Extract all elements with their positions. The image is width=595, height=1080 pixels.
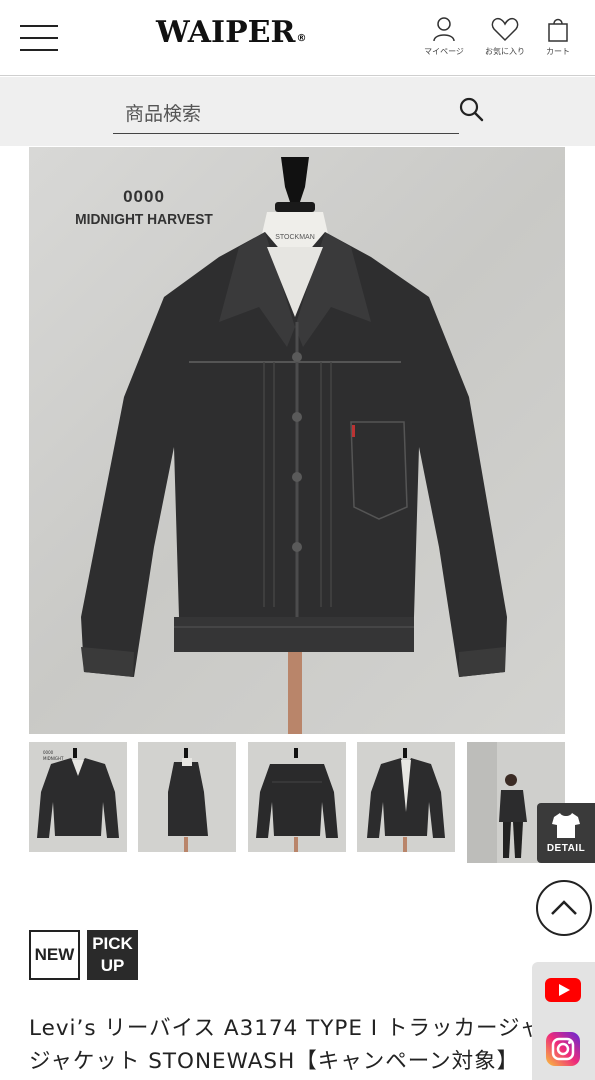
- tshirt-icon: [552, 813, 580, 838]
- product-title-line1: Levi’s リーバイス A3174 TYPE I トラッカージャケット: [29, 1016, 589, 1041]
- new-badge: NEW: [29, 930, 80, 980]
- site-logo[interactable]: WAIPER®: [156, 15, 306, 50]
- mypage-label: マイページ: [424, 47, 464, 56]
- cart-label: カート: [546, 47, 570, 56]
- thumbnail-4[interactable]: [357, 742, 455, 852]
- pickup-badge-line1: PICK: [92, 934, 133, 953]
- product-title-line2: ジャケット STONEWASH【キャンペーン対象】: [29, 1049, 520, 1074]
- detail-label: DETAIL: [546, 843, 586, 854]
- search-bar: [0, 77, 595, 146]
- svg-text:MIDNIGHT: MIDNIGHT: [43, 756, 64, 761]
- detail-button[interactable]: DETAIL: [537, 803, 595, 863]
- cart-button[interactable]: カート: [528, 16, 588, 57]
- chevron-up-icon: [551, 900, 577, 915]
- svg-text:0000: 0000: [43, 750, 54, 755]
- cart-icon: [548, 18, 568, 42]
- favorites-label: お気に入り: [485, 47, 525, 56]
- thumbnail-2[interactable]: [138, 742, 236, 852]
- user-icon: [433, 17, 455, 42]
- product-title: Levi’s リーバイス A3174 TYPE I トラッカージャケット ジャケ…: [29, 1012, 589, 1078]
- mypage-button[interactable]: マイページ: [414, 16, 474, 57]
- youtube-icon[interactable]: [545, 978, 581, 1002]
- thumbnail-3[interactable]: [248, 742, 346, 852]
- favorites-button[interactable]: お気に入り: [475, 16, 535, 57]
- product-main-image[interactable]: 0000 MIDNIGHT HARVEST STOCKMAN: [29, 147, 565, 734]
- heart-icon: [491, 17, 519, 42]
- jacket-illustration: STOCKMAN: [81, 157, 507, 734]
- new-badge-label: NEW: [34, 945, 75, 964]
- site-header: WAIPER® マイページ お気に入り カート: [0, 0, 595, 76]
- stockman-label: STOCKMAN: [275, 234, 315, 241]
- instagram-icon[interactable]: [546, 1032, 580, 1066]
- search-icon[interactable]: [457, 95, 485, 123]
- logo-text: WAIPER: [156, 15, 296, 50]
- thumbnail-1[interactable]: 0000 MIDNIGHT: [29, 742, 127, 852]
- menu-icon[interactable]: [20, 25, 58, 51]
- pickup-badge-line2: UP: [100, 956, 125, 975]
- pickup-badge: PICK UP: [87, 930, 138, 980]
- search-input[interactable]: [113, 94, 459, 134]
- registered-mark: ®: [296, 33, 307, 44]
- back-to-top-button[interactable]: [536, 880, 592, 936]
- social-links-panel: [532, 962, 595, 1080]
